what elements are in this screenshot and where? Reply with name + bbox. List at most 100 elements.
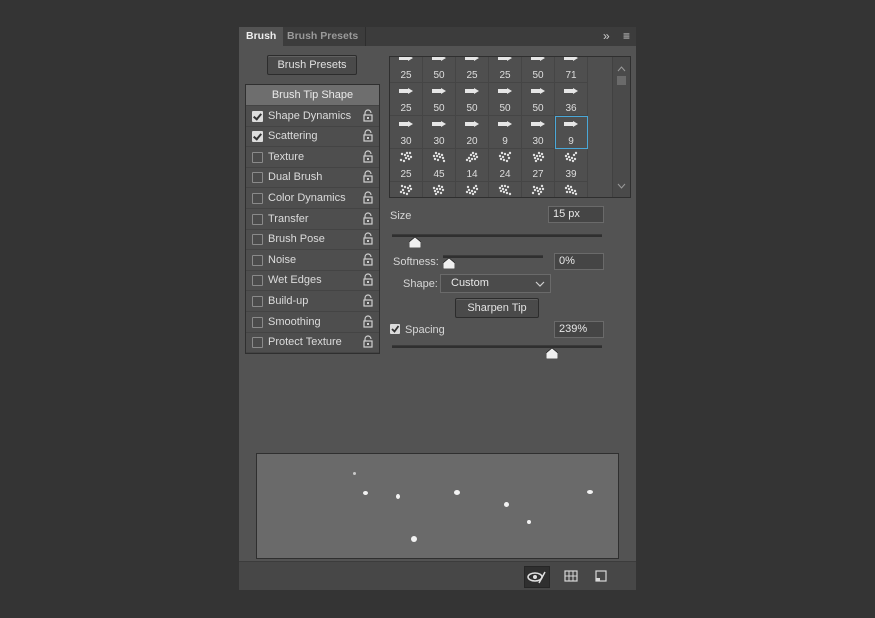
- toggle-live-tip-icon[interactable]: [524, 566, 550, 588]
- brush-tip-size: 50: [532, 70, 544, 81]
- brush-tip-cell[interactable]: [423, 182, 456, 197]
- option-dual-brush[interactable]: Dual Brush: [246, 167, 379, 189]
- brush-tip-cell[interactable]: [522, 182, 555, 197]
- brush-tip-cell[interactable]: 45: [423, 149, 456, 182]
- option-checkbox[interactable]: [252, 213, 263, 225]
- option-color-dynamics[interactable]: Color Dynamics: [246, 188, 379, 209]
- option-build-up[interactable]: Build-up: [246, 291, 379, 312]
- lock-icon[interactable]: [362, 232, 374, 246]
- brush-tip-cell[interactable]: 30: [423, 116, 456, 149]
- brush-tip-size: 45: [433, 169, 445, 180]
- brush-presets-button[interactable]: Brush Presets: [267, 55, 357, 75]
- size-slider-thumb[interactable]: [409, 237, 422, 248]
- lock-icon[interactable]: [362, 273, 374, 287]
- brush-tip-cell[interactable]: [390, 182, 423, 197]
- brush-tip-cell[interactable]: 50: [423, 57, 456, 83]
- brush-tip-cell[interactable]: 25: [456, 57, 489, 83]
- spacing-checkbox[interactable]: [390, 324, 400, 334]
- brush-tip-size: 25: [400, 103, 412, 114]
- option-checkbox[interactable]: [252, 316, 263, 328]
- brush-tip-cell[interactable]: 14: [456, 149, 489, 182]
- spacing-slider-thumb[interactable]: [545, 348, 558, 359]
- brush-tip-cell[interactable]: 36: [555, 83, 588, 116]
- option-checkbox[interactable]: [252, 151, 263, 163]
- spacing-slider-track[interactable]: [392, 345, 602, 348]
- brush-tip-cell[interactable]: 25: [489, 57, 522, 83]
- lock-icon[interactable]: [362, 129, 374, 143]
- size-label: Size: [390, 210, 412, 222]
- brush-tip-cell[interactable]: [489, 182, 522, 197]
- option-checkbox[interactable]: [252, 193, 263, 204]
- option-checkbox[interactable]: [252, 275, 263, 287]
- option-brush-tip-shape[interactable]: Brush Tip Shape: [246, 85, 379, 106]
- option-scattering[interactable]: Scattering: [246, 126, 379, 148]
- brush-tip-size: 50: [433, 103, 445, 114]
- spacing-input[interactable]: 239%: [554, 321, 604, 338]
- sharpen-tip-button[interactable]: Sharpen Tip: [455, 298, 539, 318]
- brush-tip-arrow-icon: [498, 57, 512, 61]
- brush-tip-cell[interactable]: 50: [489, 83, 522, 116]
- lock-icon[interactable]: [362, 294, 374, 308]
- option-checkbox[interactable]: [252, 234, 263, 246]
- brush-tip-grid: 25 50 25 25 50 71 25 50 50 50 50 36 30 30 20 9 30 9 25 45 14…: [389, 56, 631, 198]
- brush-tip-cell[interactable]: 50: [456, 83, 489, 116]
- shape-select[interactable]: Custom: [440, 274, 551, 293]
- option-checkbox[interactable]: [252, 131, 263, 143]
- option-checkbox[interactable]: [252, 337, 263, 349]
- option-checkbox[interactable]: [252, 110, 263, 122]
- lock-icon[interactable]: [362, 212, 374, 226]
- option-wet-edges[interactable]: Wet Edges: [246, 270, 379, 292]
- lock-icon[interactable]: [362, 170, 374, 184]
- option-brush-pose[interactable]: Brush Pose: [246, 229, 379, 251]
- brush-tip-cell[interactable]: 39: [555, 149, 588, 182]
- brush-grid-icon[interactable]: [559, 566, 583, 586]
- brush-tip-cell[interactable]: 50: [522, 57, 555, 83]
- brush-tip-cell[interactable]: 9: [489, 116, 522, 149]
- lock-icon[interactable]: [362, 315, 374, 329]
- size-slider-track[interactable]: [392, 234, 602, 237]
- brush-tip-cell[interactable]: 20: [456, 116, 489, 149]
- tab-brush-presets[interactable]: Brush Presets: [280, 27, 367, 46]
- brush-tip-cell[interactable]: [456, 182, 489, 197]
- brush-tip-cell[interactable]: 50: [423, 83, 456, 116]
- option-texture[interactable]: Texture: [246, 147, 379, 168]
- tab-brush[interactable]: Brush: [239, 27, 284, 46]
- brush-tip-cell[interactable]: 25: [390, 57, 423, 83]
- brush-tip-size: 25: [400, 70, 412, 81]
- brush-tip-cell[interactable]: [555, 182, 588, 197]
- lock-icon[interactable]: [362, 335, 374, 349]
- brush-tip-cell[interactable]: 24: [489, 149, 522, 182]
- brush-tip-cell[interactable]: 30: [390, 116, 423, 149]
- size-input[interactable]: 15 px: [548, 206, 604, 223]
- preview-dot: [454, 490, 460, 495]
- brush-tip-cell[interactable]: 25: [390, 83, 423, 116]
- lock-icon[interactable]: [362, 150, 374, 164]
- option-noise[interactable]: Noise: [246, 250, 379, 271]
- grid-scrollbar[interactable]: [612, 57, 630, 197]
- new-preset-icon[interactable]: [589, 566, 613, 586]
- brush-tip-size: 27: [532, 169, 544, 180]
- hamburger-icon[interactable]: ≡: [623, 29, 630, 43]
- option-checkbox[interactable]: [252, 254, 263, 266]
- softness-slider-track[interactable]: [443, 255, 543, 258]
- option-smoothing[interactable]: Smoothing: [246, 312, 379, 333]
- option-shape-dynamics[interactable]: Shape Dynamics: [246, 106, 379, 127]
- option-checkbox[interactable]: [252, 172, 263, 184]
- lock-icon[interactable]: [362, 109, 374, 123]
- brush-tip-cell[interactable]: 30: [522, 116, 555, 149]
- brush-tip-size: 9: [568, 136, 574, 147]
- double-chevron-right-icon[interactable]: »: [603, 29, 610, 43]
- lock-icon[interactable]: [362, 253, 374, 267]
- brush-tip-cell[interactable]: 27: [522, 149, 555, 182]
- brush-tip-cell[interactable]: 9: [555, 116, 588, 149]
- option-transfer[interactable]: Transfer: [246, 209, 379, 230]
- brush-tip-splatter-icon: [532, 151, 545, 163]
- lock-icon[interactable]: [362, 191, 374, 205]
- brush-tip-cell[interactable]: 25: [390, 149, 423, 182]
- option-checkbox[interactable]: [252, 296, 263, 307]
- softness-input[interactable]: 0%: [554, 253, 604, 270]
- softness-slider-thumb[interactable]: [443, 258, 455, 269]
- brush-tip-cell[interactable]: 50: [522, 83, 555, 116]
- brush-tip-cell[interactable]: 71: [555, 57, 588, 83]
- option-protect-texture[interactable]: Protect Texture: [246, 332, 379, 354]
